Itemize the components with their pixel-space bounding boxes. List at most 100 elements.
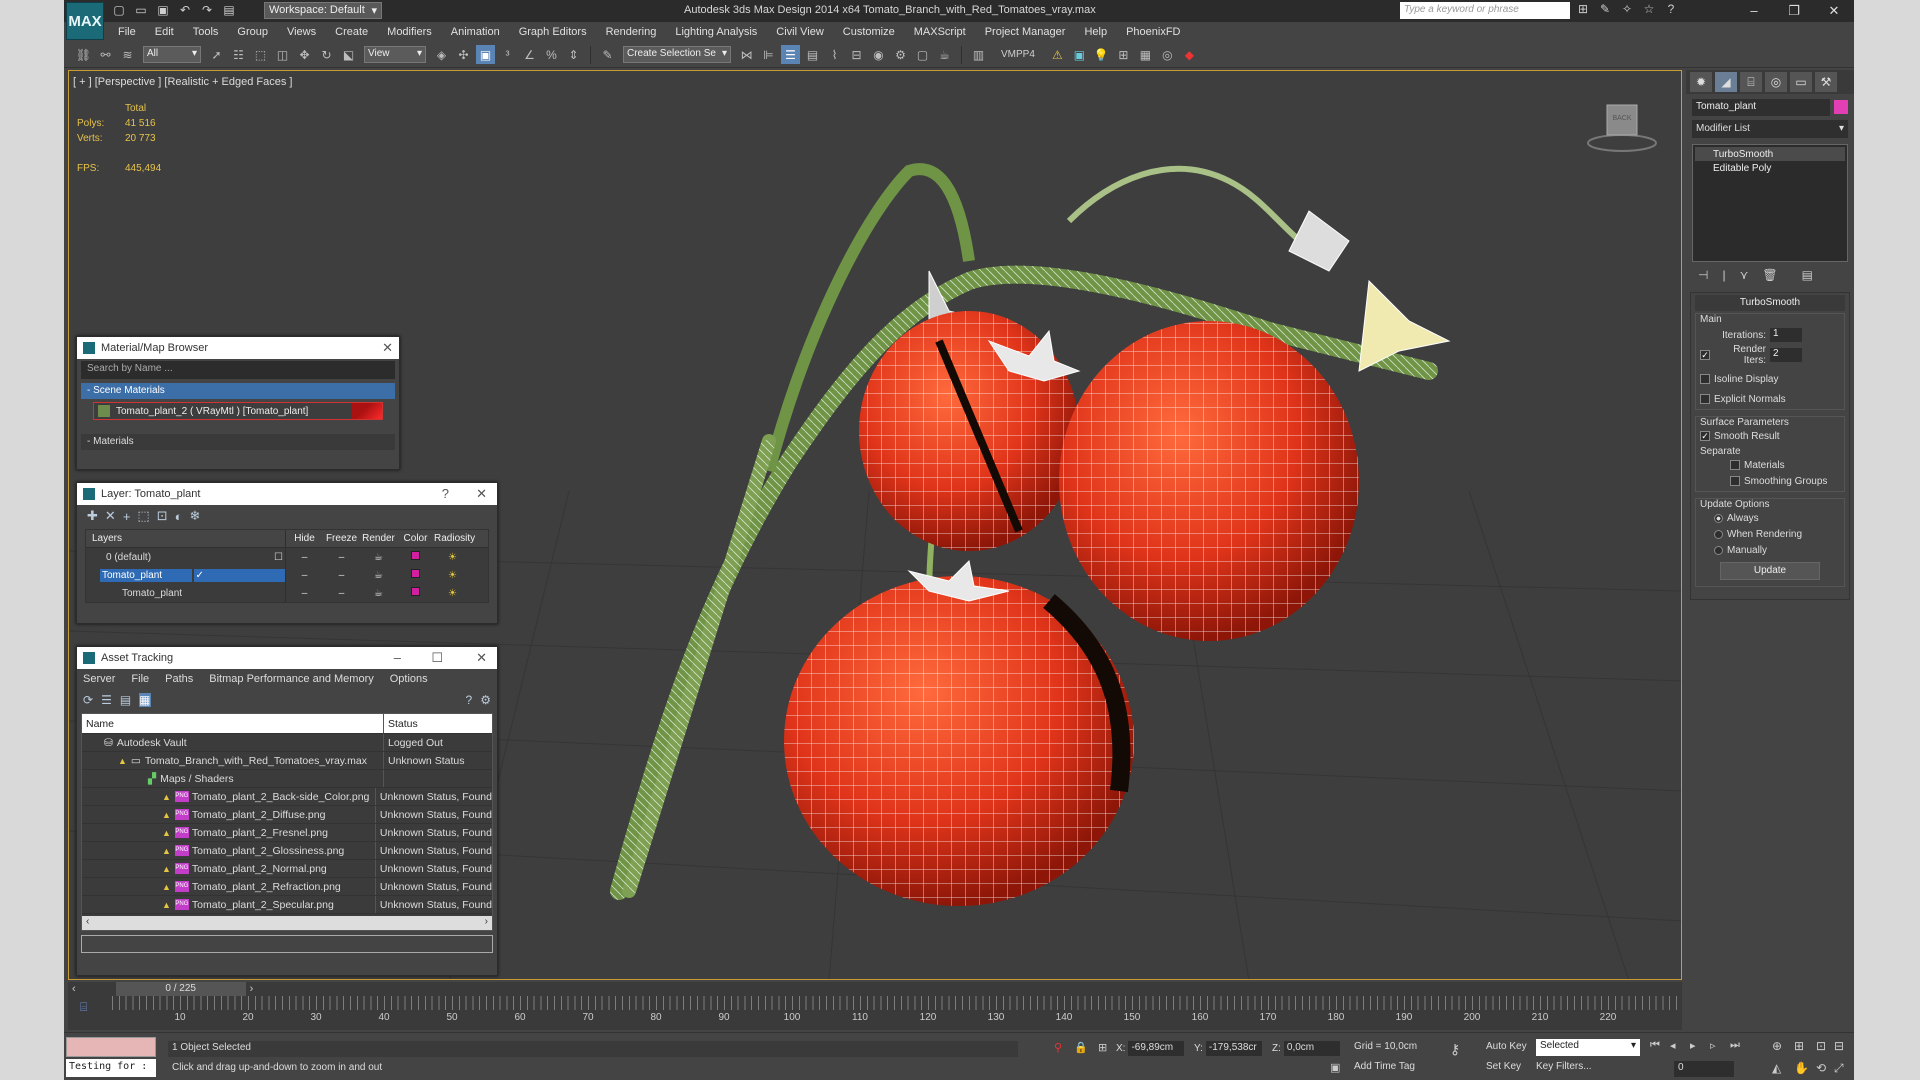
named-selection-set-dropdown[interactable]: Create Selection Se ▾ [623,46,731,63]
update-always-radio[interactable] [1714,513,1723,523]
snaps-toggle-icon[interactable]: ³ [498,45,517,64]
go-to-start-icon[interactable]: ⏮ [1650,1039,1660,1052]
new-layer-icon[interactable]: ✚ [87,508,98,524]
warning-icon[interactable]: ⚠ [1048,45,1067,64]
update-when-rendering-radio[interactable] [1714,529,1723,539]
material-browser-header[interactable]: Material/Map Browser ✕ [77,337,399,359]
settings-icon[interactable]: ⚙ [480,693,491,707]
freeze-all-icon[interactable]: ❄ [189,508,200,524]
menu-maxscript[interactable]: MAXScript [914,26,966,38]
render-teapot-icon[interactable]: ☕ [360,552,397,563]
render-iters-checkbox[interactable]: ✓ [1700,350,1710,360]
workspace-dropdown[interactable]: Workspace: Default ▾ [264,2,382,19]
maximize-viewport-icon[interactable]: ⤢ [1834,1061,1844,1076]
select-rotate-icon[interactable]: ↻ [317,45,336,64]
vray-frame-buffer-icon[interactable]: ▣ [1070,45,1089,64]
render-teapot-icon[interactable]: ☕ [360,588,397,599]
menu-rendering[interactable]: Rendering [606,26,657,38]
subscription-icon[interactable]: ✎ [1598,2,1612,18]
refresh-icon[interactable]: ⟳ [83,693,93,707]
selection-lock-icon[interactable]: 🔒 [1074,1041,1088,1054]
manipulate-icon[interactable]: ✣ [454,45,473,64]
percent-snap-icon[interactable]: % [542,45,561,64]
time-slider[interactable]: ‹ 0 / 225 › [68,982,1682,996]
asset-row-map[interactable]: ▲ PNG Tomato_plant_2_Normal.png Unknown St… [82,860,492,878]
vray-sphere-icon[interactable]: ◎ [1158,45,1177,64]
x-coord-field[interactable]: -69,89cm [1128,1041,1185,1056]
z-coord-field[interactable]: 0,0cm [1283,1041,1340,1056]
mini-curve-editor-icon[interactable]: ⌸ [80,1000,87,1015]
new-file-icon[interactable]: ▢ [110,2,128,18]
scene-materials-section[interactable]: - Scene Materials [81,383,395,399]
select-move-icon[interactable]: ✥ [295,45,314,64]
zoom-icon[interactable]: ⊕ [1772,1039,1782,1053]
graphite-ribbon-icon[interactable]: ▤ [803,45,822,64]
radiosity-light-icon[interactable]: ☀ [434,588,471,599]
layer-manager-icon[interactable]: ☰ [781,45,800,64]
help-icon[interactable]: ? [1664,2,1678,18]
vray-stop-icon[interactable]: ◆ [1180,45,1199,64]
zoom-extents-icon[interactable]: ⊡ [1816,1039,1826,1053]
align-icon[interactable]: ⊫ [759,45,778,64]
object-color-swatch[interactable] [411,587,420,596]
asset-row-map[interactable]: ▲ PNG Tomato_plant_2_Glossiness.png Unknow… [82,842,492,860]
menu-help[interactable]: Help [1084,26,1107,38]
close-icon[interactable]: ✕ [1814,0,1854,22]
project-folder-icon[interactable]: ▤ [220,2,238,18]
table-view-icon[interactable]: ▦ [139,693,151,707]
asset-row-map[interactable]: ▲ PNG Tomato_plant_2_Diffuse.png Unknown S… [82,806,492,824]
asset-row-map[interactable]: ▲ PNG Tomato_plant_2_Refraction.png Unknow… [82,878,492,896]
asset-tracking-header[interactable]: Asset Tracking – ☐ ✕ [77,647,497,669]
menu-graph-editors[interactable]: Graph Editors [519,26,587,38]
menu-customize[interactable]: Customize [843,26,895,38]
fov-icon[interactable]: ◭ [1772,1061,1781,1075]
track-bar[interactable]: ⌸ 10 20 30 40 50 60 70 80 90 100 110 120… [68,996,1682,1030]
select-scale-icon[interactable]: ⬕ [339,45,358,64]
explicit-normals-checkbox[interactable] [1700,394,1710,404]
display-tab-icon[interactable]: ▭ [1790,72,1812,92]
modify-tab-icon[interactable]: ◢ [1715,72,1737,92]
stack-item-editable-poly[interactable]: Editable Poly [1695,161,1845,175]
hide-all-icon[interactable]: ◐ [175,509,183,524]
hierarchy-tab-icon[interactable]: ⌸ [1740,72,1762,92]
render-production-icon[interactable]: ☕ [935,45,954,64]
at-menu-server[interactable]: Server [83,673,115,685]
object-name-input[interactable]: Tomato_plant [1692,98,1830,116]
y-coord-field[interactable]: -179,538cr [1205,1041,1262,1056]
materials-section[interactable]: - Materials [81,434,395,450]
scroll-left-icon[interactable]: ‹ [86,916,89,930]
save-icon[interactable]: ▣ [154,2,172,18]
layer-manager-header[interactable]: Layer: Tomato_plant ? ✕ [77,483,497,505]
asset-row-map[interactable]: ▲ PNG Tomato_plant_2_Back-side_Color.png U… [82,788,492,806]
minimize-icon[interactable]: – [394,650,401,665]
auto-key-button[interactable]: Auto Key [1486,1041,1527,1052]
menu-edit[interactable]: Edit [155,26,174,38]
at-menu-file[interactable]: File [131,673,149,685]
freeze-toggle[interactable]: – [323,588,360,599]
hide-toggle[interactable]: – [286,588,323,599]
radiosity-light-icon[interactable]: ☀ [434,570,471,581]
motion-tab-icon[interactable]: ◎ [1765,72,1787,92]
key-filters-button[interactable]: Key Filters... [1536,1061,1592,1072]
iterations-spinner[interactable]: 1 [1770,328,1802,342]
minimize-icon[interactable]: – [1734,0,1774,22]
previous-frame-icon[interactable]: ◂ [1670,1039,1676,1052]
thumbnail-view-icon[interactable]: ▤ [120,693,131,707]
layer-row-default[interactable]: 0 (default) ☐ – – ☕ ☀ [86,548,488,566]
layer-row-tomato-plant[interactable]: Tomato_plant ✓ – – ☕ ☀ [86,566,488,584]
at-menu-options[interactable]: Options [390,673,428,685]
absolute-mode-icon[interactable]: ⊞ [1098,1041,1107,1054]
add-time-tag-button[interactable]: Add Time Tag [1354,1061,1415,1072]
keyboard-shortcut-override-icon[interactable]: ▣ [476,45,495,64]
render-setup-icon[interactable]: ⚙ [891,45,910,64]
orbit-icon[interactable]: ⟲ [1816,1061,1826,1075]
menu-create[interactable]: Create [335,26,368,38]
hide-toggle[interactable]: – [286,570,323,581]
maximize-icon[interactable]: ☐ [431,650,443,666]
material-item-tomato-plant[interactable]: Tomato_plant_2 ( VRayMtl ) [Tomato_plant… [93,402,383,420]
menu-project-manager[interactable]: Project Manager [985,26,1066,38]
pivot-center-icon[interactable]: ◈ [432,45,451,64]
freeze-toggle[interactable]: – [323,570,360,581]
add-to-layer-icon[interactable]: + [123,509,131,524]
close-icon[interactable]: ✕ [382,340,393,356]
